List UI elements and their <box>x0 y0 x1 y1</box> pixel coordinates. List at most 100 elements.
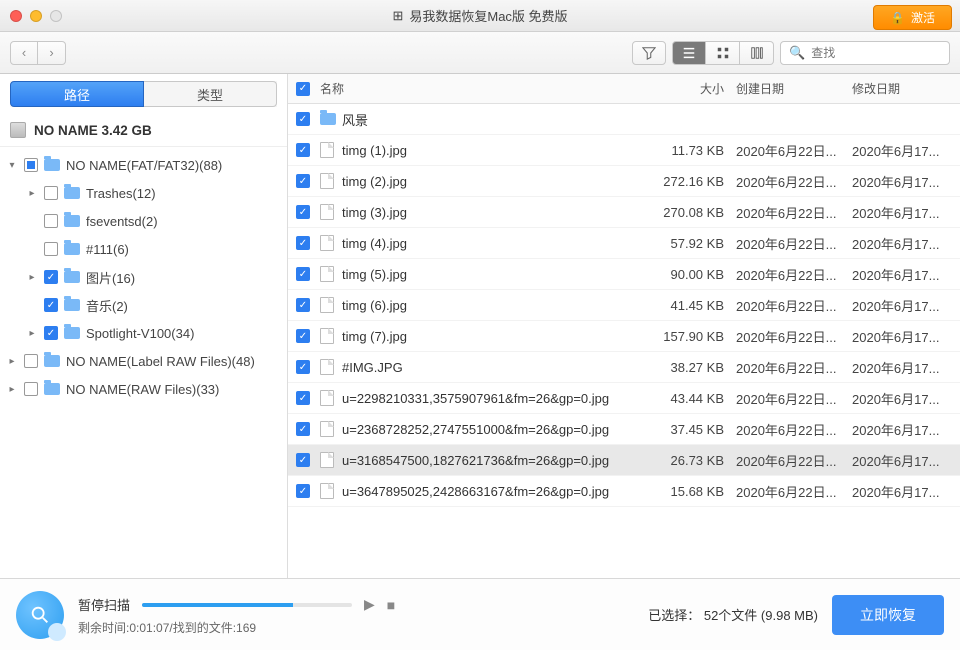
file-row[interactable]: ✓timg (4).jpg57.92 KB2020年6月22日...2020年6… <box>288 228 960 259</box>
tree-checkbox[interactable]: ✓ <box>44 270 58 284</box>
disclosure-triangle[interactable]: ▾ <box>6 160 18 171</box>
scan-status-block: 暂停扫描 ▶ ■ 剩余时间:0:01:07/找到的文件:169 <box>78 593 395 636</box>
selected-label: 已选择： <box>648 608 700 623</box>
nav-back-button[interactable]: ‹ <box>10 41 38 65</box>
window-title: ⊞ 易我数据恢复Mac版 免费版 <box>392 6 567 25</box>
col-header-size[interactable]: 大小 <box>656 80 736 97</box>
tree-checkbox[interactable]: ✓ <box>44 298 58 312</box>
row-checkbox[interactable]: ✓ <box>296 391 310 405</box>
maximize-window-button[interactable] <box>50 10 62 22</box>
row-checkbox[interactable]: ✓ <box>296 453 310 467</box>
view-grid-button[interactable] <box>706 41 740 65</box>
file-row[interactable]: ✓#IMG.JPG38.27 KB2020年6月22日...2020年6月17.… <box>288 352 960 383</box>
row-checkbox[interactable]: ✓ <box>296 360 310 374</box>
row-checkbox[interactable]: ✓ <box>296 484 310 498</box>
row-checkbox[interactable]: ✓ <box>296 267 310 281</box>
file-created-date: 2020年6月22日... <box>736 234 852 253</box>
list-icon <box>682 46 696 60</box>
file-name: u=2368728252,2747551000&fm=26&gp=0.jpg <box>342 422 656 437</box>
disclosure-triangle[interactable]: ▸ <box>6 356 18 367</box>
file-row[interactable]: ✓u=2298210331,3575907961&fm=26&gp=0.jpg4… <box>288 383 960 414</box>
tree-checkbox[interactable] <box>44 186 58 200</box>
tree-checkbox[interactable] <box>44 214 58 228</box>
file-created-date: 2020年6月22日... <box>736 358 852 377</box>
file-row[interactable]: ✓timg (1).jpg11.73 KB2020年6月22日...2020年6… <box>288 135 960 166</box>
tree-row[interactable]: ▾NO NAME(FAT/FAT32)(88) <box>0 151 287 179</box>
tree-checkbox[interactable] <box>24 158 38 172</box>
file-row[interactable]: ✓timg (2).jpg272.16 KB2020年6月22日...2020年… <box>288 166 960 197</box>
close-window-button[interactable] <box>10 10 22 22</box>
row-checkbox[interactable]: ✓ <box>296 298 310 312</box>
file-icon <box>320 235 334 251</box>
file-row[interactable]: ✓ 风景 <box>288 104 960 135</box>
activate-button[interactable]: 🔒 激活 <box>873 5 952 30</box>
lock-icon: 🔒 <box>890 11 905 25</box>
search-box[interactable]: 🔍 <box>780 41 950 65</box>
play-button[interactable]: ▶ <box>364 596 375 613</box>
file-row[interactable]: ✓timg (7).jpg157.90 KB2020年6月22日...2020年… <box>288 321 960 352</box>
row-checkbox[interactable]: ✓ <box>296 422 310 436</box>
minimize-window-button[interactable] <box>30 10 42 22</box>
file-size: 11.73 KB <box>656 143 736 158</box>
tree-label: Trashes(12) <box>86 186 156 201</box>
tree-row[interactable]: ▸NO NAME(RAW Files)(33) <box>0 375 287 403</box>
tree-checkbox[interactable] <box>24 354 38 368</box>
view-column-button[interactable] <box>740 41 774 65</box>
disclosure-triangle[interactable]: ▸ <box>6 384 18 395</box>
row-checkbox[interactable]: ✓ <box>296 174 310 188</box>
scan-substatus-text: 剩余时间:0:01:07/找到的文件:169 <box>78 619 395 636</box>
stop-button[interactable]: ■ <box>387 597 395 613</box>
tree-row[interactable]: #111(6) <box>0 235 287 263</box>
row-checkbox[interactable]: ✓ <box>296 143 310 157</box>
disclosure-triangle[interactable]: ▸ <box>26 188 38 199</box>
row-checkbox[interactable]: ✓ <box>296 329 310 343</box>
file-size: 38.27 KB <box>656 360 736 375</box>
file-row[interactable]: ✓timg (3).jpg270.08 KB2020年6月22日...2020年… <box>288 197 960 228</box>
file-name: 风景 <box>342 110 656 129</box>
file-icon <box>320 483 334 499</box>
file-row[interactable]: ✓u=2368728252,2747551000&fm=26&gp=0.jpg3… <box>288 414 960 445</box>
tab-path[interactable]: 路径 <box>10 81 144 107</box>
file-row[interactable]: ✓u=3647895025,2428663167&fm=26&gp=0.jpg1… <box>288 476 960 507</box>
file-row[interactable]: ✓timg (6).jpg41.45 KB2020年6月22日...2020年6… <box>288 290 960 321</box>
tree-row[interactable]: ▸NO NAME(Label RAW Files)(48) <box>0 347 287 375</box>
tree-row[interactable]: ▸✓图片(16) <box>0 263 287 291</box>
tree-checkbox[interactable]: ✓ <box>44 326 58 340</box>
main-area: 路径 类型 NO NAME 3.42 GB ▾NO NAME(FAT/FAT32… <box>0 74 960 578</box>
file-row[interactable]: ✓u=3168547500,1827621736&fm=26&gp=0.jpg2… <box>288 445 960 476</box>
file-size: 57.92 KB <box>656 236 736 251</box>
col-header-name[interactable]: 名称 <box>320 80 656 97</box>
search-input[interactable] <box>811 46 960 60</box>
file-created-date: 2020年6月22日... <box>736 296 852 315</box>
file-name: timg (3).jpg <box>342 205 656 220</box>
file-icon <box>320 204 334 220</box>
tree-row[interactable]: fseventsd(2) <box>0 207 287 235</box>
tree-row[interactable]: ▸✓Spotlight-V100(34) <box>0 319 287 347</box>
col-header-created[interactable]: 创建日期 <box>736 80 852 97</box>
app-title-text: 易我数据恢复Mac版 免费版 <box>409 6 567 25</box>
file-name: #IMG.JPG <box>342 360 656 375</box>
disclosure-triangle[interactable]: ▸ <box>26 272 38 283</box>
row-checkbox[interactable]: ✓ <box>296 112 310 126</box>
tree-checkbox[interactable] <box>24 382 38 396</box>
col-header-modified[interactable]: 修改日期 <box>852 80 960 97</box>
tree-row[interactable]: ✓音乐(2) <box>0 291 287 319</box>
file-name: timg (5).jpg <box>342 267 656 282</box>
tab-type[interactable]: 类型 <box>144 81 277 107</box>
view-list-button[interactable] <box>672 41 706 65</box>
row-checkbox[interactable]: ✓ <box>296 205 310 219</box>
file-row[interactable]: ✓timg (5).jpg90.00 KB2020年6月22日...2020年6… <box>288 259 960 290</box>
nav-forward-button[interactable]: › <box>38 41 66 65</box>
file-created-date: 2020年6月22日... <box>736 265 852 284</box>
filter-button[interactable] <box>632 41 666 65</box>
select-all-checkbox[interactable]: ✓ <box>296 82 310 96</box>
folder-icon <box>64 271 80 283</box>
row-checkbox[interactable]: ✓ <box>296 236 310 250</box>
disclosure-triangle[interactable]: ▸ <box>26 328 38 339</box>
file-list: ✓ 风景 ✓timg (1).jpg11.73 KB2020年6月22日...202… <box>288 104 960 578</box>
disk-icon <box>10 122 26 138</box>
tree-row[interactable]: ▸ Trashes(12) <box>0 179 287 207</box>
tree-checkbox[interactable] <box>44 242 58 256</box>
recover-button[interactable]: 立即恢复 <box>832 595 944 635</box>
file-created-date: 2020年6月22日... <box>736 389 852 408</box>
